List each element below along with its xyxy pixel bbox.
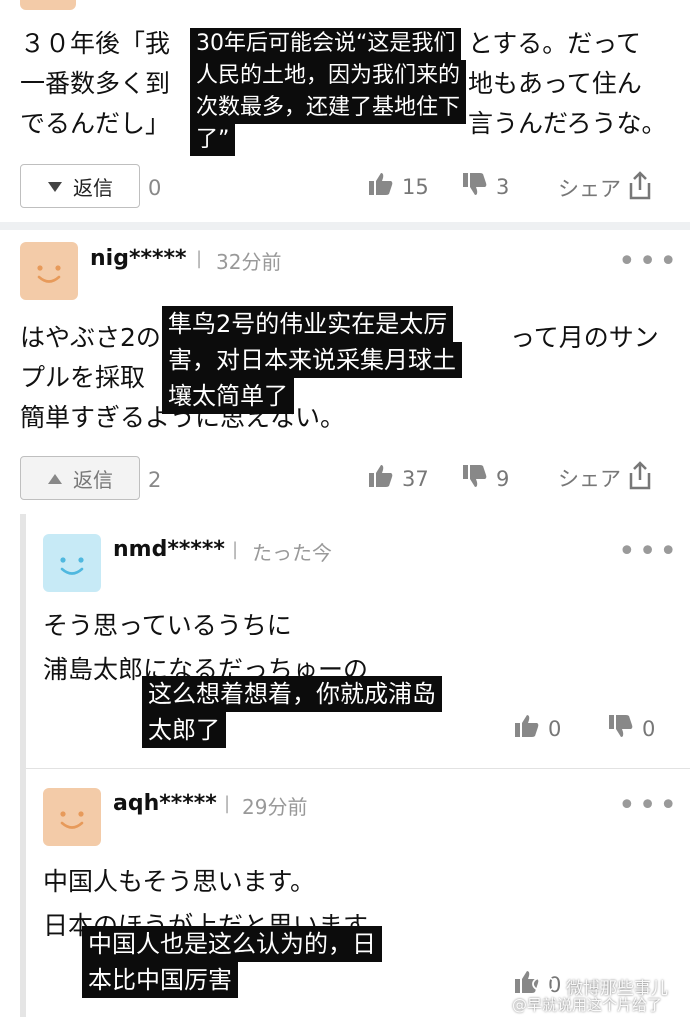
- like-button[interactable]: 37: [368, 464, 429, 493]
- username[interactable]: aqh*****: [113, 791, 217, 816]
- thumbs-down-icon: [462, 464, 488, 493]
- thumbs-up-icon: [368, 172, 394, 201]
- reply-thread-bar: [20, 514, 26, 1017]
- reply-count: 0: [148, 176, 162, 200]
- username[interactable]: nmd*****: [113, 537, 225, 562]
- dislike-button[interactable]: 3: [462, 172, 509, 201]
- thumbs-up-icon: [368, 464, 394, 493]
- meta-separator: |: [224, 793, 231, 814]
- timestamp: 32分前: [216, 250, 282, 274]
- more-options-icon[interactable]: •••: [618, 537, 680, 567]
- reply-count: 2: [148, 468, 162, 492]
- reply-divider: [26, 768, 690, 769]
- comment-text-right: って月のサン: [510, 323, 659, 352]
- translation-caption: 这么想着想着，你就成浦岛 太郎了: [142, 676, 442, 748]
- weibo-logo-icon: [532, 972, 558, 996]
- meta-separator: |: [232, 539, 239, 560]
- share-button[interactable]: シェア: [558, 460, 653, 495]
- share-icon: [627, 460, 653, 495]
- translation-caption: 隼鸟2号的伟业实在是太厉 害，对日本来说采集月球土 壤太简单了: [162, 306, 462, 414]
- caret-up-icon: [47, 466, 63, 490]
- dislike-button[interactable]: 0: [608, 714, 655, 743]
- avatar: [43, 534, 101, 592]
- watermark-line-2: @早就说用这个片给了: [512, 996, 663, 1014]
- top-comment-text-right: とする。だって 地もあって住ん 言うんだろうな。: [468, 29, 667, 138]
- username[interactable]: nig*****: [90, 246, 186, 271]
- more-options-icon[interactable]: •••: [618, 791, 680, 821]
- more-options-icon[interactable]: •••: [618, 247, 680, 277]
- timestamp: 29分前: [242, 795, 308, 819]
- reply-button[interactable]: 返信: [20, 164, 140, 208]
- reply-button[interactable]: 返信: [20, 456, 140, 500]
- thumbs-down-icon: [608, 714, 634, 743]
- like-button[interactable]: 15: [368, 172, 429, 201]
- avatar: [20, 242, 78, 300]
- section-divider: [0, 222, 690, 230]
- like-button[interactable]: 0: [514, 714, 561, 743]
- caret-down-icon: [47, 174, 63, 198]
- translation-caption: 30年后可能会说“这是我们 人民的土地，因为我们来的 次数最多，还建了基地住下 …: [190, 28, 467, 156]
- avatar: [43, 788, 101, 846]
- share-button[interactable]: シェア: [558, 170, 653, 205]
- thumbs-up-icon: [514, 714, 540, 743]
- thumbs-down-icon: [462, 172, 488, 201]
- timestamp: たった今: [252, 541, 332, 565]
- meta-separator: |: [196, 248, 203, 269]
- share-icon: [627, 170, 653, 205]
- dislike-button[interactable]: 9: [462, 464, 509, 493]
- translation-caption: 中国人也是这么认为的，日 本比中国厉害: [82, 926, 382, 998]
- top-avatar-partial: [20, 0, 76, 10]
